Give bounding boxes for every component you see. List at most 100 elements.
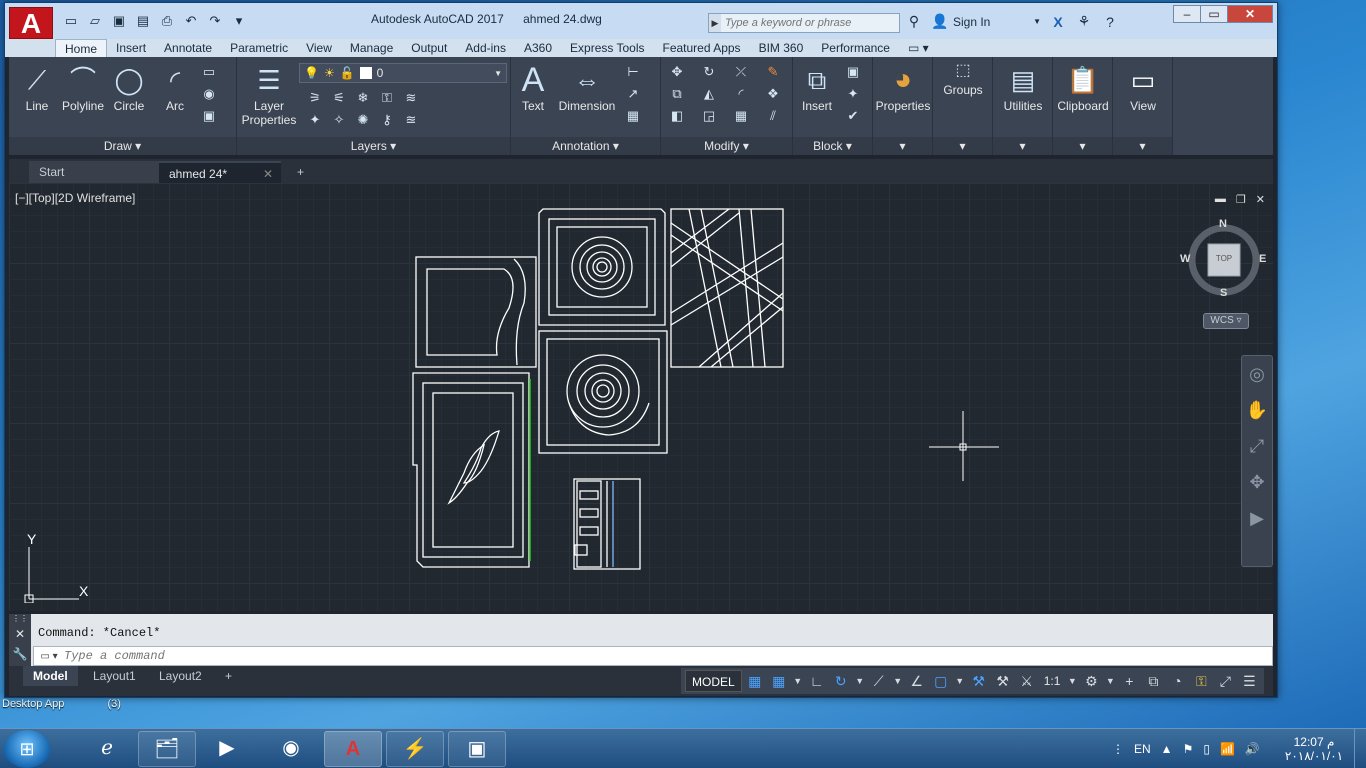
layers-panel-title[interactable]: Layers ▾ (237, 137, 510, 155)
draw-panel-title[interactable]: Draw ▾ (9, 137, 236, 155)
save-as-icon[interactable]: ▤ (133, 12, 153, 30)
annotation-scale-icon[interactable]: ⚔ (1016, 670, 1038, 692)
clean-screen-icon[interactable]: ⤢ (1214, 670, 1236, 692)
tab-bim-360[interactable]: BIM 360 (750, 39, 813, 57)
viewcube-top-face[interactable]: TOP (1208, 254, 1240, 263)
mirror-icon[interactable]: ◭ (699, 85, 719, 103)
showmotion-icon[interactable]: ▶ (1242, 500, 1272, 536)
groups-dropdown-icon[interactable]: ▾ (933, 137, 992, 155)
help-icon[interactable]: ? (1101, 14, 1119, 30)
action-center-icon[interactable]: ⚑ (1183, 742, 1194, 756)
layer-dropdown[interactable]: 💡 ☀ 🔓 0 ▼ (299, 63, 507, 83)
hatch-icon[interactable]: ◉ (199, 85, 219, 103)
clipboard-button[interactable]: 📋 Clipboard (1053, 61, 1113, 113)
layer-unlock-icon[interactable]: ⚷ (377, 111, 397, 129)
compass-north[interactable]: N (1219, 218, 1227, 230)
move-icon[interactable]: ✥ (667, 63, 687, 81)
volume-icon[interactable]: 🔊 (1245, 742, 1260, 756)
block-panel-title[interactable]: Block ▾ (793, 137, 872, 155)
media-player-icon[interactable]: ▶ (198, 731, 256, 767)
drawing-panel-column[interactable] (573, 478, 641, 570)
compass-south[interactable]: S (1220, 287, 1227, 299)
object-snap-tracking-icon[interactable]: ∠ (906, 670, 928, 692)
internet-explorer-icon[interactable]: ℯ (78, 731, 136, 767)
insert-button[interactable]: ⧉ Insert (795, 61, 839, 113)
compass-west[interactable]: W (1180, 253, 1190, 265)
linear-dim-icon[interactable]: ⊢ (623, 63, 643, 81)
grid-icon[interactable]: ▦ (744, 670, 766, 692)
layer-copy-icon[interactable]: ≊ (401, 111, 421, 129)
array-icon[interactable]: ▦ (731, 107, 751, 125)
tab-a360[interactable]: A360 (515, 39, 561, 57)
trim-icon[interactable]: ⤫ (731, 63, 751, 81)
command-prompt-icon[interactable]: ▭ ▾ (34, 651, 64, 662)
redo-icon[interactable]: ↷ (205, 12, 225, 30)
undo-icon[interactable]: ↶ (181, 12, 201, 30)
view-panel[interactable]: ▭ View ▾ (1113, 57, 1173, 155)
layer-unisolate-icon[interactable]: ✧ (329, 111, 349, 129)
tab-parametric[interactable]: Parametric (221, 39, 297, 57)
properties-dropdown-icon[interactable]: ▾ (873, 137, 932, 155)
utilities-button[interactable]: ▤ Utilities (993, 61, 1053, 113)
workspace-dropdown-icon[interactable]: ▼ (1104, 670, 1116, 692)
iso-dropdown-icon[interactable]: ▼ (892, 670, 904, 692)
qat-dropdown-icon[interactable]: ▾ (229, 12, 249, 30)
command-input[interactable] (64, 649, 1164, 663)
boundary-icon[interactable]: ▣ (199, 107, 219, 125)
layer-make-current-icon[interactable]: ✦ (305, 111, 325, 129)
drawing-viewport[interactable]: [−][Top][2D Wireframe] ▬ ❐ ✕ TOP N S E W… (9, 183, 1273, 611)
close-button[interactable]: ✕ (1227, 5, 1273, 23)
rotate-icon[interactable]: ↻ (699, 63, 719, 81)
clock[interactable]: 12:07 م ٢٠١٨/٠١/٠١ (1282, 735, 1346, 763)
drawing-canvas[interactable] (9, 183, 1273, 611)
customization-menu-icon[interactable]: ☰ (1238, 670, 1260, 692)
fillet-icon[interactable]: ◜ (731, 85, 751, 103)
binoculars-icon[interactable]: ⚲ (905, 13, 923, 30)
autocad-taskbar-icon[interactable]: A (324, 731, 382, 767)
ribbon-options-icon[interactable]: ▭ ▾ (899, 39, 938, 57)
scale-icon[interactable]: ◲ (699, 107, 719, 125)
groups-panel[interactable]: ⬚ Groups ▾ (933, 57, 993, 155)
tab-view[interactable]: View (297, 39, 341, 57)
tab-drawing[interactable]: ahmed 24* ✕ (159, 161, 281, 183)
quick-properties-icon[interactable]: ◔ (1166, 670, 1188, 692)
annotation-panel-title[interactable]: Annotation ▾ (511, 137, 660, 155)
clipboard-dropdown-icon[interactable]: ▾ (1053, 137, 1112, 155)
wcs-menu[interactable]: WCS ▿ (1203, 313, 1249, 329)
drawing-panel-circles-bottom[interactable] (538, 330, 668, 454)
viewport-minimize-icon[interactable]: ▬ (1215, 193, 1226, 206)
tab-add-ins[interactable]: Add-ins (456, 39, 515, 57)
steering-wheel-icon[interactable]: ◎ (1242, 356, 1272, 392)
sign-in-button[interactable]: 👤 Sign In ▼ (931, 13, 1041, 30)
save-icon[interactable]: ▣ (109, 12, 129, 30)
tab-manage[interactable]: Manage (341, 39, 402, 57)
drawing-panel-lines[interactable] (670, 208, 784, 368)
view-dropdown-icon[interactable]: ▾ (1113, 137, 1172, 155)
drawing-panel-door[interactable] (412, 372, 531, 568)
workspace-gear-icon[interactable]: ⚙ (1080, 670, 1102, 692)
orbit-icon[interactable]: ✥ (1242, 464, 1272, 500)
tab-start[interactable]: Start (29, 161, 159, 183)
power-icon[interactable]: ▯ (1203, 742, 1210, 756)
layout-tab-model[interactable]: Model (23, 666, 78, 686)
isodraft-icon[interactable]: ⟋ (868, 670, 890, 692)
text-button[interactable]: A Text (513, 61, 553, 113)
zoom-extents-icon[interactable]: ⤢ (1242, 428, 1272, 464)
tab-output[interactable]: Output (402, 39, 456, 57)
snap-icon[interactable]: ▦ (768, 670, 790, 692)
layer-isolate-icon[interactable]: ⚟ (329, 89, 349, 107)
polar-dropdown-icon[interactable]: ▼ (854, 670, 866, 692)
layer-match-icon[interactable]: ≋ (401, 89, 421, 107)
new-tab-icon[interactable]: + (291, 161, 313, 183)
auto-scale-icon[interactable]: ⚒ (992, 670, 1014, 692)
command-grip-icon[interactable]: ⋮⋮ (9, 614, 31, 624)
file-explorer-icon[interactable]: 🗂 (138, 731, 196, 767)
open-file-icon[interactable]: ▱ (85, 12, 105, 30)
modify-panel-title[interactable]: Modify ▾ (661, 137, 792, 155)
create-block-icon[interactable]: ▣ (843, 63, 863, 81)
exchange-apps-icon[interactable]: X (1049, 14, 1067, 30)
edit-block-icon[interactable]: ✦ (843, 85, 863, 103)
viewcube[interactable]: TOP N S E W (1180, 217, 1267, 303)
close-tab-icon[interactable]: ✕ (263, 163, 273, 185)
model-space-button[interactable]: MODEL (685, 670, 742, 692)
